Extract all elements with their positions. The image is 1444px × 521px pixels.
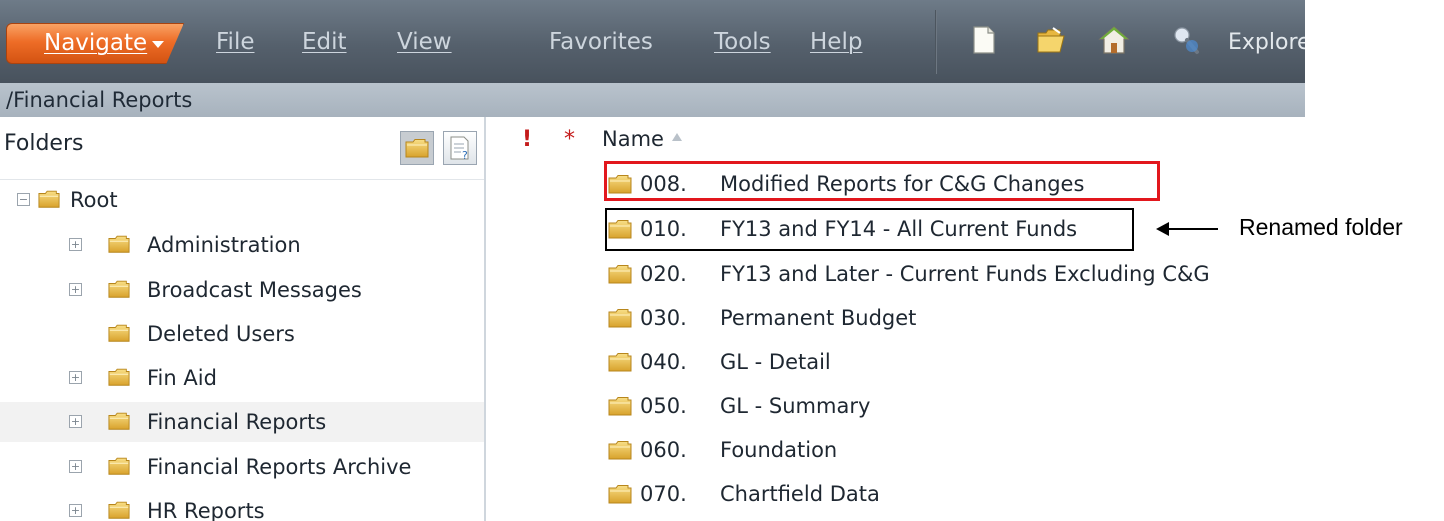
- expand-toggle[interactable]: +: [69, 283, 82, 296]
- column-header: ! * Name: [486, 117, 1305, 159]
- column-new[interactable]: *: [564, 127, 575, 152]
- breadcrumb: /Financial Reports: [0, 83, 1305, 118]
- highlight-box-red: [604, 161, 1160, 201]
- toolbar-separator: [935, 10, 937, 74]
- item-number: 040.: [640, 350, 687, 374]
- item-number: 060.: [640, 438, 687, 462]
- tree-item-label: Fin Aid: [147, 366, 217, 390]
- tree-item-financial-reports-archive[interactable]: + Financial Reports Archive: [0, 447, 484, 487]
- item-number: 020.: [640, 262, 687, 286]
- item-number: 030.: [640, 306, 687, 330]
- expand-toggle[interactable]: +: [69, 238, 82, 251]
- item-name: Permanent Budget: [720, 306, 917, 330]
- folder-icon: [608, 396, 632, 416]
- expand-toggle[interactable]: +: [69, 415, 82, 428]
- menu-view[interactable]: View: [397, 23, 452, 62]
- column-alert[interactable]: !: [522, 127, 532, 152]
- tree-item-financial-reports[interactable]: + Financial Reports: [0, 402, 484, 442]
- item-name: GL - Detail: [720, 350, 831, 374]
- item-name: GL - Summary: [720, 394, 871, 418]
- folder-icon: [108, 500, 130, 520]
- menu-favorites[interactable]: Favorites: [549, 23, 653, 62]
- folder-icon: [108, 323, 130, 343]
- menu-bar: Navigate File Edit View Favorites Tools …: [0, 0, 1305, 83]
- explore-label[interactable]: Explore: [1228, 23, 1305, 62]
- folder-icon: [108, 411, 130, 431]
- tree-item-label: Broadcast Messages: [147, 278, 362, 302]
- highlight-box-black: [605, 208, 1134, 251]
- app-window: Navigate File Edit View Favorites Tools …: [0, 0, 1305, 521]
- folder-icon: [108, 456, 130, 476]
- expand-toggle[interactable]: +: [69, 504, 82, 517]
- collapse-toggle[interactable]: −: [17, 193, 30, 206]
- tree-item-label: Financial Reports: [147, 410, 327, 434]
- folder-icon: [108, 234, 130, 254]
- tree-item-label: HR Reports: [147, 499, 265, 521]
- expand-toggle[interactable]: +: [69, 371, 82, 384]
- menu-tools[interactable]: Tools: [714, 23, 771, 62]
- folder-icon: [608, 308, 632, 328]
- item-number: 070.: [640, 482, 687, 506]
- callout-label: Renamed folder: [1239, 214, 1403, 240]
- folders-view-button[interactable]: [400, 131, 434, 165]
- tree-item-label: Administration: [147, 233, 301, 257]
- tree-item-administration[interactable]: + Administration: [0, 225, 484, 265]
- tree-item-broadcast-messages[interactable]: + Broadcast Messages: [0, 270, 484, 310]
- folders-title: Folders: [4, 131, 84, 156]
- tree-item-root[interactable]: − Root: [0, 180, 484, 220]
- folders-header: Folders ?: [0, 117, 484, 180]
- menu-help[interactable]: Help: [810, 23, 862, 62]
- home-icon[interactable]: [1098, 24, 1130, 56]
- folder-icon: [38, 189, 60, 209]
- tree-item-label: Financial Reports Archive: [147, 455, 412, 479]
- svg-text:?: ?: [462, 149, 468, 162]
- folder-icon: [608, 352, 632, 372]
- menu-file[interactable]: File: [216, 23, 255, 62]
- chevron-down-icon: [152, 41, 164, 48]
- explore-icon[interactable]: [1170, 24, 1202, 56]
- folder-icon: [608, 440, 632, 460]
- folder-icon: [108, 279, 130, 299]
- menu-edit[interactable]: Edit: [302, 23, 347, 62]
- sort-ascending-icon: [672, 133, 682, 141]
- navigate-button[interactable]: Navigate: [6, 23, 184, 64]
- folder-icon: [608, 264, 632, 284]
- folder-icon: [608, 484, 632, 504]
- item-name: Chartfield Data: [720, 482, 880, 506]
- item-number: 050.: [640, 394, 687, 418]
- navigate-label: Navigate: [44, 30, 148, 56]
- item-name: Foundation: [720, 438, 838, 462]
- expand-toggle[interactable]: +: [69, 460, 82, 473]
- folder-properties-button[interactable]: ?: [443, 131, 477, 165]
- item-name: FY13 and Later - Current Funds Excluding…: [720, 262, 1210, 286]
- tree-item-fin-aid[interactable]: + Fin Aid: [0, 358, 484, 398]
- folders-pane: Folders ? − Root + Administration + Broa…: [0, 117, 486, 521]
- folders-view-icon: [405, 139, 429, 158]
- column-name[interactable]: Name: [602, 127, 664, 151]
- tree-item-label: Deleted Users: [147, 322, 295, 346]
- breadcrumb-path: /Financial Reports: [6, 88, 193, 112]
- tree-item-deleted-users[interactable]: Deleted Users: [0, 314, 484, 354]
- folder-properties-icon: ?: [450, 136, 469, 162]
- open-folder-icon[interactable]: [1035, 24, 1067, 56]
- tree-item-hr-reports[interactable]: + HR Reports: [0, 491, 484, 521]
- folder-icon: [108, 367, 130, 387]
- arrow-left-icon: [1156, 222, 1218, 236]
- tree-item-label: Root: [70, 188, 118, 212]
- new-document-icon[interactable]: [968, 24, 1000, 56]
